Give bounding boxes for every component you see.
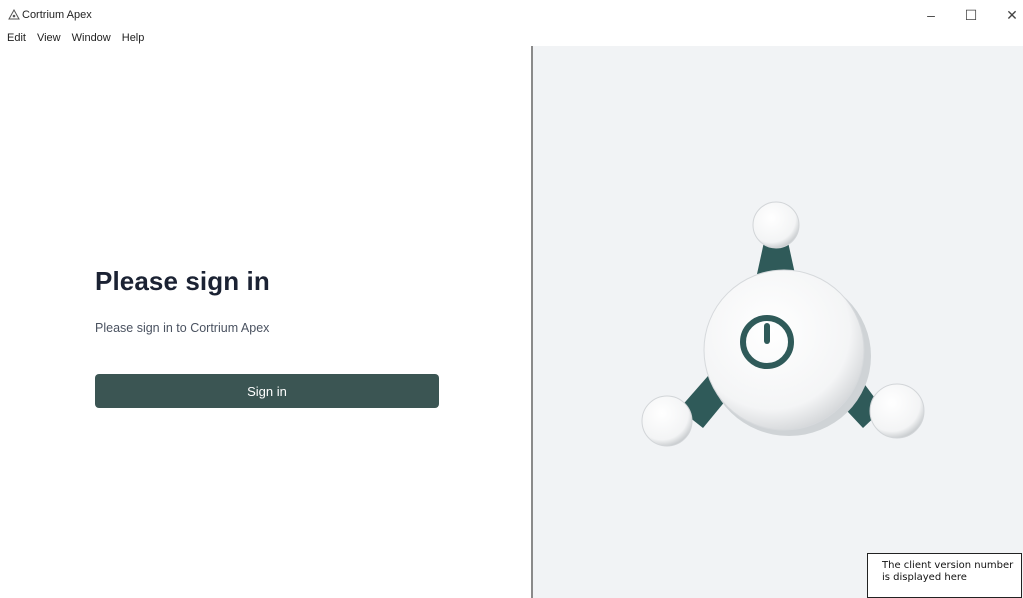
- device-body: [703, 269, 865, 431]
- menu-view[interactable]: View: [31, 30, 66, 46]
- maximize-icon: ☐: [964, 6, 978, 23]
- window-title: Cortrium Apex: [22, 9, 92, 21]
- menu-bar: Edit View Window Help: [0, 30, 149, 46]
- version-note: The client version number is displayed h…: [867, 553, 1022, 598]
- app-logo-icon: [8, 9, 20, 20]
- close-icon: ✕: [1006, 6, 1018, 23]
- title-bar: Cortrium Apex – ☐ ✕: [0, 0, 1023, 30]
- page-title: Please sign in: [95, 266, 270, 296]
- sign-in-button[interactable]: Sign in: [95, 374, 439, 408]
- minimize-button[interactable]: –: [917, 4, 945, 26]
- power-device-illustration: [641, 201, 925, 447]
- menu-edit[interactable]: Edit: [0, 30, 31, 46]
- electrode-right: [869, 383, 925, 439]
- maximize-button[interactable]: ☐: [957, 4, 985, 26]
- signin-subtitle: Please sign in to Cortrium Apex: [95, 321, 270, 335]
- close-button[interactable]: ✕: [998, 4, 1023, 26]
- menu-help[interactable]: Help: [116, 30, 150, 46]
- menu-window[interactable]: Window: [66, 30, 116, 46]
- app-window: Cortrium Apex – ☐ ✕ Edit View Window Hel…: [0, 0, 1023, 598]
- electrode-left: [641, 395, 693, 447]
- electrode-top: [752, 201, 800, 249]
- minimize-icon: –: [927, 7, 935, 23]
- illustration-panel: [533, 46, 1023, 598]
- signin-panel: Please sign in Please sign in to Cortriu…: [0, 46, 531, 598]
